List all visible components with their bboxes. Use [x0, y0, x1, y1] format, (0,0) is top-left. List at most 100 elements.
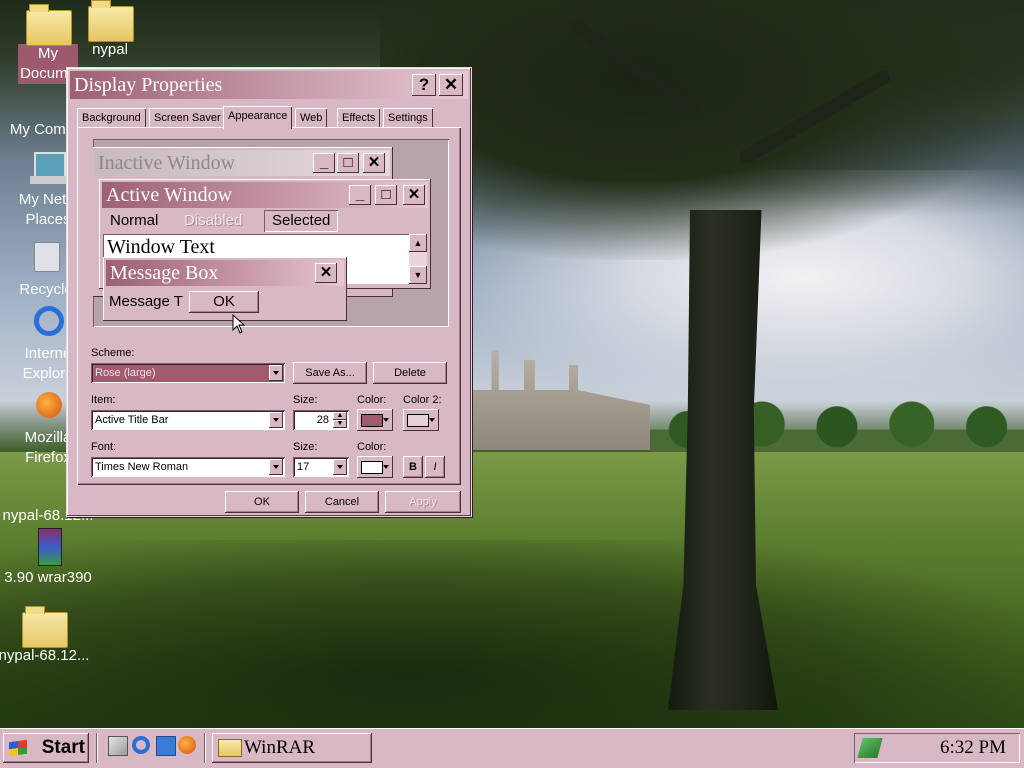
preview-msgbox-title: Message Box [106, 260, 344, 286]
outlook-express-icon[interactable] [156, 736, 176, 756]
taskbar-button-winrar[interactable]: WinRAR [212, 733, 372, 763]
internet-explorer-icon [26, 304, 70, 344]
font-color-label: Color: [357, 441, 387, 453]
taskbar-divider [96, 733, 98, 763]
clock[interactable]: 6:32 PM [940, 733, 1006, 763]
desktop-icon-mypal-folder[interactable]: nypal [62, 0, 158, 60]
maximize-icon: □ [375, 185, 397, 205]
preview-menu-selected: Selected [264, 210, 338, 232]
tab-settings[interactable]: Settings [383, 108, 433, 128]
maximize-icon: □ [337, 153, 359, 173]
desktop-icon-label: 3.90 wrar390 [4, 569, 92, 586]
network-status-icon[interactable] [857, 738, 883, 758]
close-icon: ✕ [363, 153, 385, 173]
chevron-down-icon[interactable] [269, 459, 283, 475]
appearance-preview[interactable]: Inactive Window _ □ ✕ Active Window _ □ … [93, 139, 449, 327]
scroll-down-icon: ▼ [409, 266, 427, 284]
dialog-title: Display Properties [74, 74, 223, 96]
preview-menu-bar: Normal Disabled Selected [102, 210, 428, 232]
tab-effects[interactable]: Effects [337, 108, 381, 128]
tab-screen-saver[interactable]: Screen Saver [149, 108, 226, 128]
desktop-icon-label: nypal [92, 41, 128, 58]
display-properties-window: Display Properties ? ✕ Background Screen… [66, 67, 472, 517]
preview-menu-normal: Normal [110, 212, 159, 229]
network-places-icon [26, 150, 70, 190]
chevron-down-icon[interactable] [269, 412, 283, 428]
close-icon: ✕ [315, 263, 337, 283]
wallpaper-tree-shadow [0, 540, 1024, 728]
desktop-icon-mypal-folder-2[interactable]: nypal-68.12... [0, 606, 92, 666]
font-color-button[interactable] [357, 456, 393, 478]
preview-message-box: Message Box ✕ Message T OK [103, 257, 347, 321]
tab-background[interactable]: Background [77, 108, 146, 128]
apply-button[interactable]: Apply [385, 491, 461, 513]
appearance-panel: Inactive Window _ □ ✕ Active Window _ □ … [77, 127, 461, 485]
color-swatch [361, 414, 383, 427]
ok-button[interactable]: OK [225, 491, 299, 513]
preview-ok-button: OK [189, 291, 259, 313]
item-size-value: 28 [316, 414, 329, 426]
minimize-icon: _ [313, 153, 335, 173]
font-label: Font: [91, 441, 117, 453]
font-select[interactable]: Times New Roman [91, 457, 285, 477]
chevron-down-icon [383, 465, 389, 469]
desktop-icon-label: nypal-68.12... [0, 647, 90, 664]
color-swatch [407, 414, 429, 427]
windows-logo-icon [9, 739, 27, 757]
minimize-icon: _ [349, 185, 371, 205]
preview-menu-disabled: Disabled [184, 212, 243, 229]
preview-scrollbar: ▲ ▼ [409, 234, 427, 284]
font-size-select[interactable]: 17 [293, 457, 349, 477]
system-tray: 6:32 PM [854, 733, 1020, 763]
close-icon: ✕ [403, 185, 425, 205]
spin-up-icon[interactable]: ▲ [333, 412, 347, 420]
color-swatch [361, 461, 383, 474]
show-desktop-icon[interactable] [108, 736, 128, 756]
chevron-down-icon[interactable] [269, 365, 283, 381]
item-size-spinner[interactable]: 28 ▲ ▼ [293, 410, 349, 430]
scroll-up-icon: ▲ [409, 234, 427, 252]
folder-icon [22, 606, 68, 648]
chevron-down-icon [383, 418, 389, 422]
firefox-icon[interactable] [178, 736, 196, 754]
cancel-button[interactable]: Cancel [305, 491, 379, 513]
bold-button[interactable]: B [403, 456, 423, 478]
color-label: Color: [357, 394, 387, 406]
close-button[interactable]: ✕ [439, 74, 463, 96]
italic-button[interactable]: I [425, 456, 445, 478]
start-label: Start [41, 737, 85, 758]
winrar-archive-icon [26, 528, 70, 568]
font-size-value: 17 [297, 461, 310, 473]
tab-appearance[interactable]: Appearance [223, 106, 293, 129]
scheme-select[interactable]: Rose (large) [91, 363, 285, 383]
taskbar-divider [204, 733, 206, 763]
chevron-down-icon [429, 418, 435, 422]
mouse-cursor-icon [232, 314, 246, 334]
delete-button[interactable]: Delete [373, 362, 447, 384]
item-color-button[interactable] [357, 409, 393, 431]
folder-icon [88, 0, 134, 42]
help-button[interactable]: ? [412, 74, 436, 96]
dialog-titlebar[interactable]: Display Properties ? ✕ [70, 71, 468, 99]
tab-web[interactable]: Web [295, 108, 328, 128]
desktop-icon-wrar390[interactable]: 3.90 wrar390 [0, 528, 96, 588]
taskbar-button-label: WinRAR [244, 737, 316, 758]
color2-label: Color 2: [403, 394, 442, 406]
chevron-down-icon[interactable] [333, 459, 347, 475]
internet-explorer-icon[interactable] [132, 736, 150, 754]
scheme-label: Scheme: [91, 347, 135, 359]
item-size-label: Size: [293, 394, 318, 406]
spin-down-icon[interactable]: ▼ [333, 420, 347, 428]
start-button[interactable]: Start [3, 733, 89, 763]
font-value: Times New Roman [95, 461, 189, 473]
preview-msgbox-text: Message T [109, 293, 183, 310]
recycle-bin-icon [24, 240, 68, 280]
item-select[interactable]: Active Title Bar [91, 410, 285, 430]
font-size-label: Size: [293, 441, 318, 453]
item-color2-button[interactable] [403, 409, 439, 431]
item-label: Item: [91, 394, 116, 406]
firefox-icon [26, 388, 70, 428]
preview-window-text: Window Text [107, 236, 215, 258]
taskbar: Start WinRAR 6:32 PM [0, 728, 1024, 768]
save-as-button[interactable]: Save As... [293, 362, 367, 384]
